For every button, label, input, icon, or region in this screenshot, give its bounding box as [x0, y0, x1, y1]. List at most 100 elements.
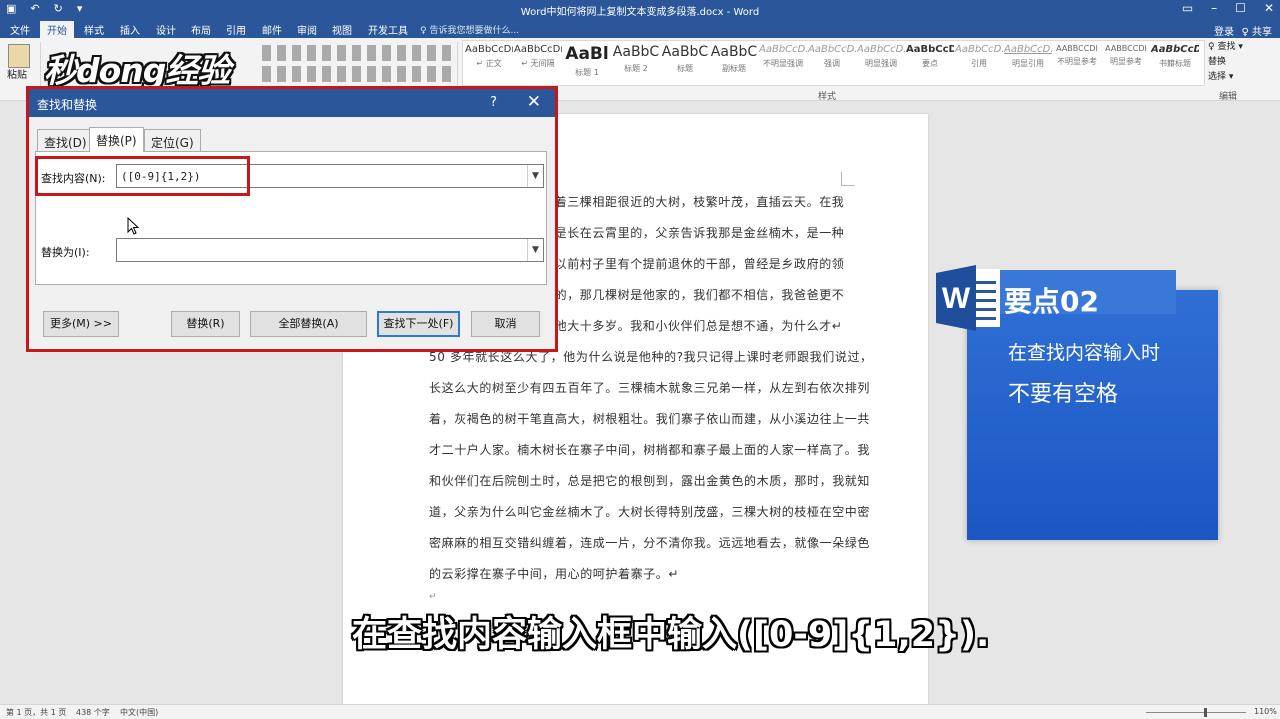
tab-file[interactable]: 文件 — [10, 22, 30, 37]
style-name: 明显引用 — [1012, 59, 1044, 68]
style-sample: AaBbCcD. — [759, 44, 807, 55]
style-name: 引用 — [971, 59, 987, 68]
word-count[interactable]: 438 个字 — [76, 707, 110, 718]
minimize-icon[interactable]: – — [1211, 1, 1217, 15]
style-subtle-emphasis[interactable]: AaBbCcD. 不明显强调 — [759, 44, 807, 84]
style-sample: AaBbC — [661, 44, 709, 60]
page-count[interactable]: 第 1 页，共 1 页 — [6, 707, 66, 718]
sign-in-link[interactable]: 登录 — [1214, 23, 1234, 38]
window-controls: ▭ – ☐ ✕ — [1182, 1, 1274, 15]
select-button[interactable]: 选择 ▾ — [1208, 70, 1243, 85]
status-bar: 第 1 页，共 1 页 438 个字 中文(中国) 110% — [0, 704, 1280, 719]
style-name: 标题 2 — [624, 64, 648, 73]
style-name: 不明显参考 — [1057, 57, 1097, 66]
style-sample: AaBbCcD. — [808, 44, 856, 55]
share-button[interactable]: ♀ 共享 — [1241, 23, 1272, 38]
tip-line-2: 不要有空格 — [1008, 382, 1119, 407]
tab-references[interactable]: 引用 — [226, 22, 246, 37]
style-intense-quote[interactable]: AaBbCcD. 明显引用 — [1004, 44, 1052, 84]
style-sample: AaBbC — [612, 44, 660, 60]
style-strong[interactable]: AaBbCcD 要点 — [906, 44, 954, 84]
style-sample: AaBbCcDı — [514, 44, 562, 55]
tab-layout[interactable]: 布局 — [191, 22, 211, 37]
style-heading-1[interactable]: AaBl 标题 1 — [563, 44, 611, 84]
style-emphasis[interactable]: AaBbCcD. 强调 — [808, 44, 856, 84]
style-quote[interactable]: AaBbCcD. 引用 — [955, 44, 1003, 84]
tab-design[interactable]: 设计 — [156, 22, 176, 37]
tab-mailings[interactable]: 邮件 — [262, 22, 282, 37]
font-toolbar-row[interactable] — [262, 45, 452, 61]
margin-corner-mark — [841, 172, 855, 186]
style-normal[interactable]: AaBbCcDı ↵ 正文 — [465, 44, 513, 84]
title-bar: ▣ ↶ ↻ ▾ Word中如何将网上复制文本变成多段落.docx - Word … — [0, 0, 1280, 20]
document-line: 密麻麻的相互交错纠缠着，连成一片，分不清你我。远远地看去，就像一朵绿色 — [429, 536, 871, 550]
tab-replace[interactable]: 替换(P) — [89, 127, 144, 152]
paste-icon[interactable] — [8, 44, 30, 68]
tip-heading: 要点02 — [1004, 285, 1099, 318]
site-logo: 秒dong经验 — [44, 51, 230, 90]
maximize-icon[interactable]: ☐ — [1235, 1, 1246, 15]
style-subtle-reference[interactable]: AABBCCDI 不明显参考 — [1053, 44, 1101, 84]
tab-view[interactable]: 视图 — [332, 22, 352, 37]
style-sample: AaBbCcD. — [857, 44, 905, 55]
styles-gallery: AaBbCcDı ↵ 正文 AaBbCcDı ↵ 无间隔 AaBl 标题 1 A… — [462, 40, 1205, 86]
document-line: 长这么大的树至少有四五百年了。三棵楠木就象三兄弟一样，从左到右依次排列 — [429, 381, 871, 395]
style-name: ↵ 正文 — [476, 59, 502, 68]
ribbon-options-icon[interactable]: ▭ — [1182, 1, 1193, 15]
tab-insert[interactable]: 插入 — [120, 22, 140, 37]
style-no-spacing[interactable]: AaBbCcDı ↵ 无间隔 — [514, 44, 562, 84]
style-sample: AABBCCDI — [1105, 44, 1147, 53]
zoom-slider-thumb[interactable] — [1204, 708, 1207, 717]
tab-developer[interactable]: 开发工具 — [368, 22, 408, 37]
ribbon-tab-bar: 文件 开始 样式 插入 设计 布局 引用 邮件 审阅 视图 开发工具 ♀ 告诉我… — [0, 20, 1280, 40]
document-line: 长着三棵相距很近的大树，枝繁叶茂，直插云天。在我 — [542, 195, 845, 209]
paste-label[interactable]: 粘贴 — [7, 66, 27, 81]
document-title: Word中如何将网上复制文本变成多段落.docx - Word — [520, 7, 760, 18]
svg-text:W: W — [942, 282, 971, 315]
style-heading-2[interactable]: AaBbC 标题 2 — [612, 44, 660, 84]
style-name: 明显强调 — [865, 59, 897, 68]
style-name: 要点 — [922, 59, 938, 68]
word-logo-icon: W — [936, 265, 1000, 331]
find-button[interactable]: ♀ 查找 ▾ — [1208, 40, 1243, 55]
style-name: 副标题 — [722, 64, 746, 73]
styles-group-label: 样式 — [818, 92, 837, 102]
editing-group: ♀ 查找 ▾ 替换 选择 ▾ — [1208, 40, 1243, 85]
tell-me-box[interactable]: ♀ 告诉我您想要做什么... — [420, 23, 519, 36]
style-name: 书籍标题 — [1159, 59, 1191, 68]
editing-group-label: 编辑 — [1219, 92, 1238, 102]
style-sample: AaBbCcD — [906, 44, 954, 55]
style-sample: AaBbC — [710, 44, 758, 60]
close-window-icon[interactable]: ✕ — [1264, 1, 1274, 15]
document-line: 比他大十多岁。我和小伙伴们总是想不通，为什么才↵ — [542, 319, 843, 333]
style-sample: AaBbCcDı — [465, 44, 513, 55]
video-subtitle: 在查找内容输入框中输入([0-9]{1,2}). — [352, 615, 990, 655]
document-line: 才二十户人家。楠木树长在寨子中间，树梢都和寨子最上面的人家一样高了。我 — [429, 443, 871, 457]
document-line: 道，父亲为什么叫它金丝楠木了。大树长得特别茂盛，三棵大树的枝桠在空中密 — [429, 505, 871, 519]
tip-line-1: 在查找内容输入时 — [1008, 342, 1161, 364]
style-intense-emphasis[interactable]: AaBbCcD. 明显强调 — [857, 44, 905, 84]
replace-button[interactable]: 替换 — [1208, 55, 1243, 70]
zoom-slider[interactable] — [1146, 712, 1246, 713]
style-intense-reference[interactable]: AABBCCDI 明显参考 — [1102, 44, 1150, 84]
style-name: 强调 — [824, 59, 840, 68]
style-subtitle[interactable]: AaBbC 副标题 — [710, 44, 758, 84]
tab-styles[interactable]: 样式 — [84, 22, 104, 37]
style-name: 明显参考 — [1110, 57, 1142, 66]
style-book-title[interactable]: AaBbCcD 书籍标题 — [1151, 44, 1199, 84]
document-line: 叶是长在云霄里的，父亲告诉我那是金丝楠木，是一种 — [542, 226, 845, 240]
paragraph-toolbar-row[interactable] — [262, 66, 452, 82]
document-line: 的云彩撑在寨子中间，用心的呵护着寨子。↵ — [429, 567, 680, 581]
tip-card — [967, 290, 1218, 540]
language-indicator[interactable]: 中文(中国) — [120, 707, 158, 718]
document-line: 着，灰褐色的树干笔直高大，树根粗壮。我们寨子依山而建，从小溪边往上一共 — [429, 412, 871, 426]
style-name: 标题 1 — [575, 68, 599, 77]
tab-review[interactable]: 审阅 — [297, 22, 317, 37]
style-sample: AaBbCcD. — [1004, 44, 1052, 55]
style-title[interactable]: AaBbC 标题 — [661, 44, 709, 84]
style-name: 标题 — [677, 64, 693, 73]
style-name: 不明显强调 — [763, 59, 803, 68]
zoom-level[interactable]: 110% — [1254, 707, 1277, 716]
style-sample: AaBl — [565, 44, 609, 64]
document-line: 。以前村子里有个提前退休的干部，曾经是乡政府的领 — [542, 257, 845, 271]
